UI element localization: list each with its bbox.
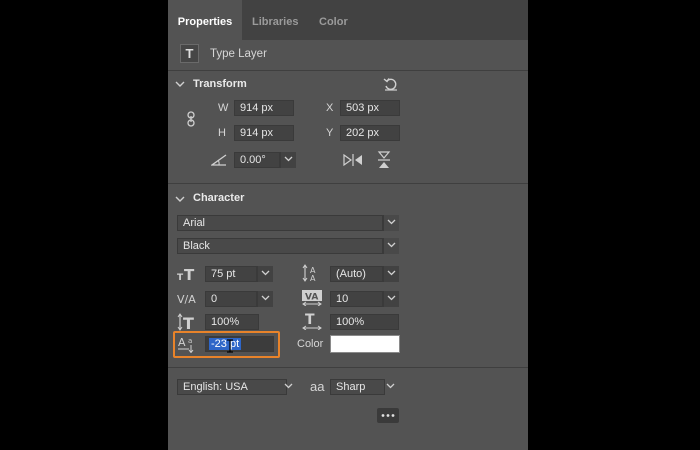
tab-properties[interactable]: Properties	[168, 0, 242, 40]
svg-text:a: a	[188, 337, 192, 345]
language-chevron-icon[interactable]	[281, 379, 297, 395]
y-label: Y	[326, 127, 334, 139]
svg-text:T: T	[184, 266, 195, 282]
color-label: Color	[297, 338, 324, 350]
width-field[interactable]: 914 px	[234, 100, 294, 116]
svg-text:T: T	[305, 312, 315, 328]
font-size-icon: TT	[177, 266, 199, 285]
reset-transform-icon[interactable]	[383, 77, 399, 94]
font-size-chevron-icon[interactable]	[257, 266, 273, 282]
kerning-chevron-icon[interactable]	[257, 291, 273, 307]
height-field[interactable]: 914 px	[234, 125, 294, 141]
height-label: H	[218, 127, 226, 139]
tracking-icon: VA	[302, 290, 322, 309]
x-label: X	[326, 102, 334, 114]
chevron-down-icon[interactable]	[175, 194, 185, 206]
font-size-field[interactable]: 75 pt	[205, 266, 257, 282]
tab-libraries[interactable]: Libraries	[252, 0, 298, 40]
divider	[168, 70, 528, 71]
font-style-chevron-icon[interactable]	[383, 238, 399, 254]
text-color-swatch[interactable]	[330, 335, 400, 353]
divider	[168, 367, 528, 368]
baseline-shift-field[interactable]: -23 pt	[205, 336, 274, 352]
layer-kind-label: Type Layer	[210, 48, 267, 60]
flip-vertical-icon[interactable]	[377, 151, 391, 172]
antialias-icon: aa	[310, 379, 325, 394]
vertical-scale-field[interactable]: 100%	[205, 314, 259, 330]
chevron-down-icon[interactable]	[175, 79, 185, 91]
svg-text:VA: VA	[305, 293, 318, 303]
svg-text:A: A	[178, 336, 186, 349]
angle-dropdown-chevron-icon[interactable]	[280, 152, 296, 168]
font-style-select[interactable]: Black	[177, 238, 383, 254]
horizontal-scale-icon: T	[302, 312, 322, 333]
kerning-field[interactable]: 0	[205, 291, 257, 307]
properties-panel: Properties Libraries Color T Type Layer …	[168, 0, 528, 450]
divider	[168, 183, 528, 184]
character-section-title: Character	[193, 192, 245, 204]
link-proportions-icon[interactable]	[186, 111, 196, 130]
kerning-icon: V/A	[177, 291, 199, 308]
type-layer-icon: T	[180, 44, 199, 63]
text-cursor-icon	[226, 339, 234, 356]
font-family-select[interactable]: Arial	[177, 215, 383, 231]
width-label: W	[218, 102, 229, 114]
font-family-chevron-icon[interactable]	[383, 215, 399, 231]
svg-text:T: T	[177, 273, 184, 282]
leading-field[interactable]: (Auto)	[330, 266, 383, 282]
horizontal-scale-field[interactable]: 100%	[330, 314, 399, 330]
y-position-field[interactable]: 202 px	[340, 125, 400, 141]
more-options-icon	[381, 414, 395, 417]
antialias-select[interactable]: Sharp	[330, 379, 385, 395]
leading-icon: AA	[302, 264, 322, 285]
leading-chevron-icon[interactable]	[383, 266, 399, 282]
svg-text:V/A: V/A	[177, 293, 196, 305]
tab-color[interactable]: Color	[319, 0, 348, 40]
tracking-field[interactable]: 10	[330, 291, 383, 307]
svg-text:A: A	[310, 274, 316, 282]
svg-text:T: T	[183, 314, 194, 331]
flip-horizontal-icon[interactable]	[343, 153, 363, 170]
tracking-chevron-icon[interactable]	[383, 291, 399, 307]
more-options-button[interactable]	[377, 408, 399, 423]
language-select[interactable]: English: USA	[177, 379, 287, 395]
angle-icon	[209, 154, 227, 169]
rotation-angle-field[interactable]: 0.00°	[234, 152, 280, 168]
antialias-chevron-icon[interactable]	[383, 379, 399, 395]
transform-section-title: Transform	[193, 78, 247, 90]
x-position-field[interactable]: 503 px	[340, 100, 400, 116]
panel-tab-bar: Properties Libraries Color	[168, 0, 528, 40]
baseline-shift-icon: Aa	[178, 335, 198, 356]
